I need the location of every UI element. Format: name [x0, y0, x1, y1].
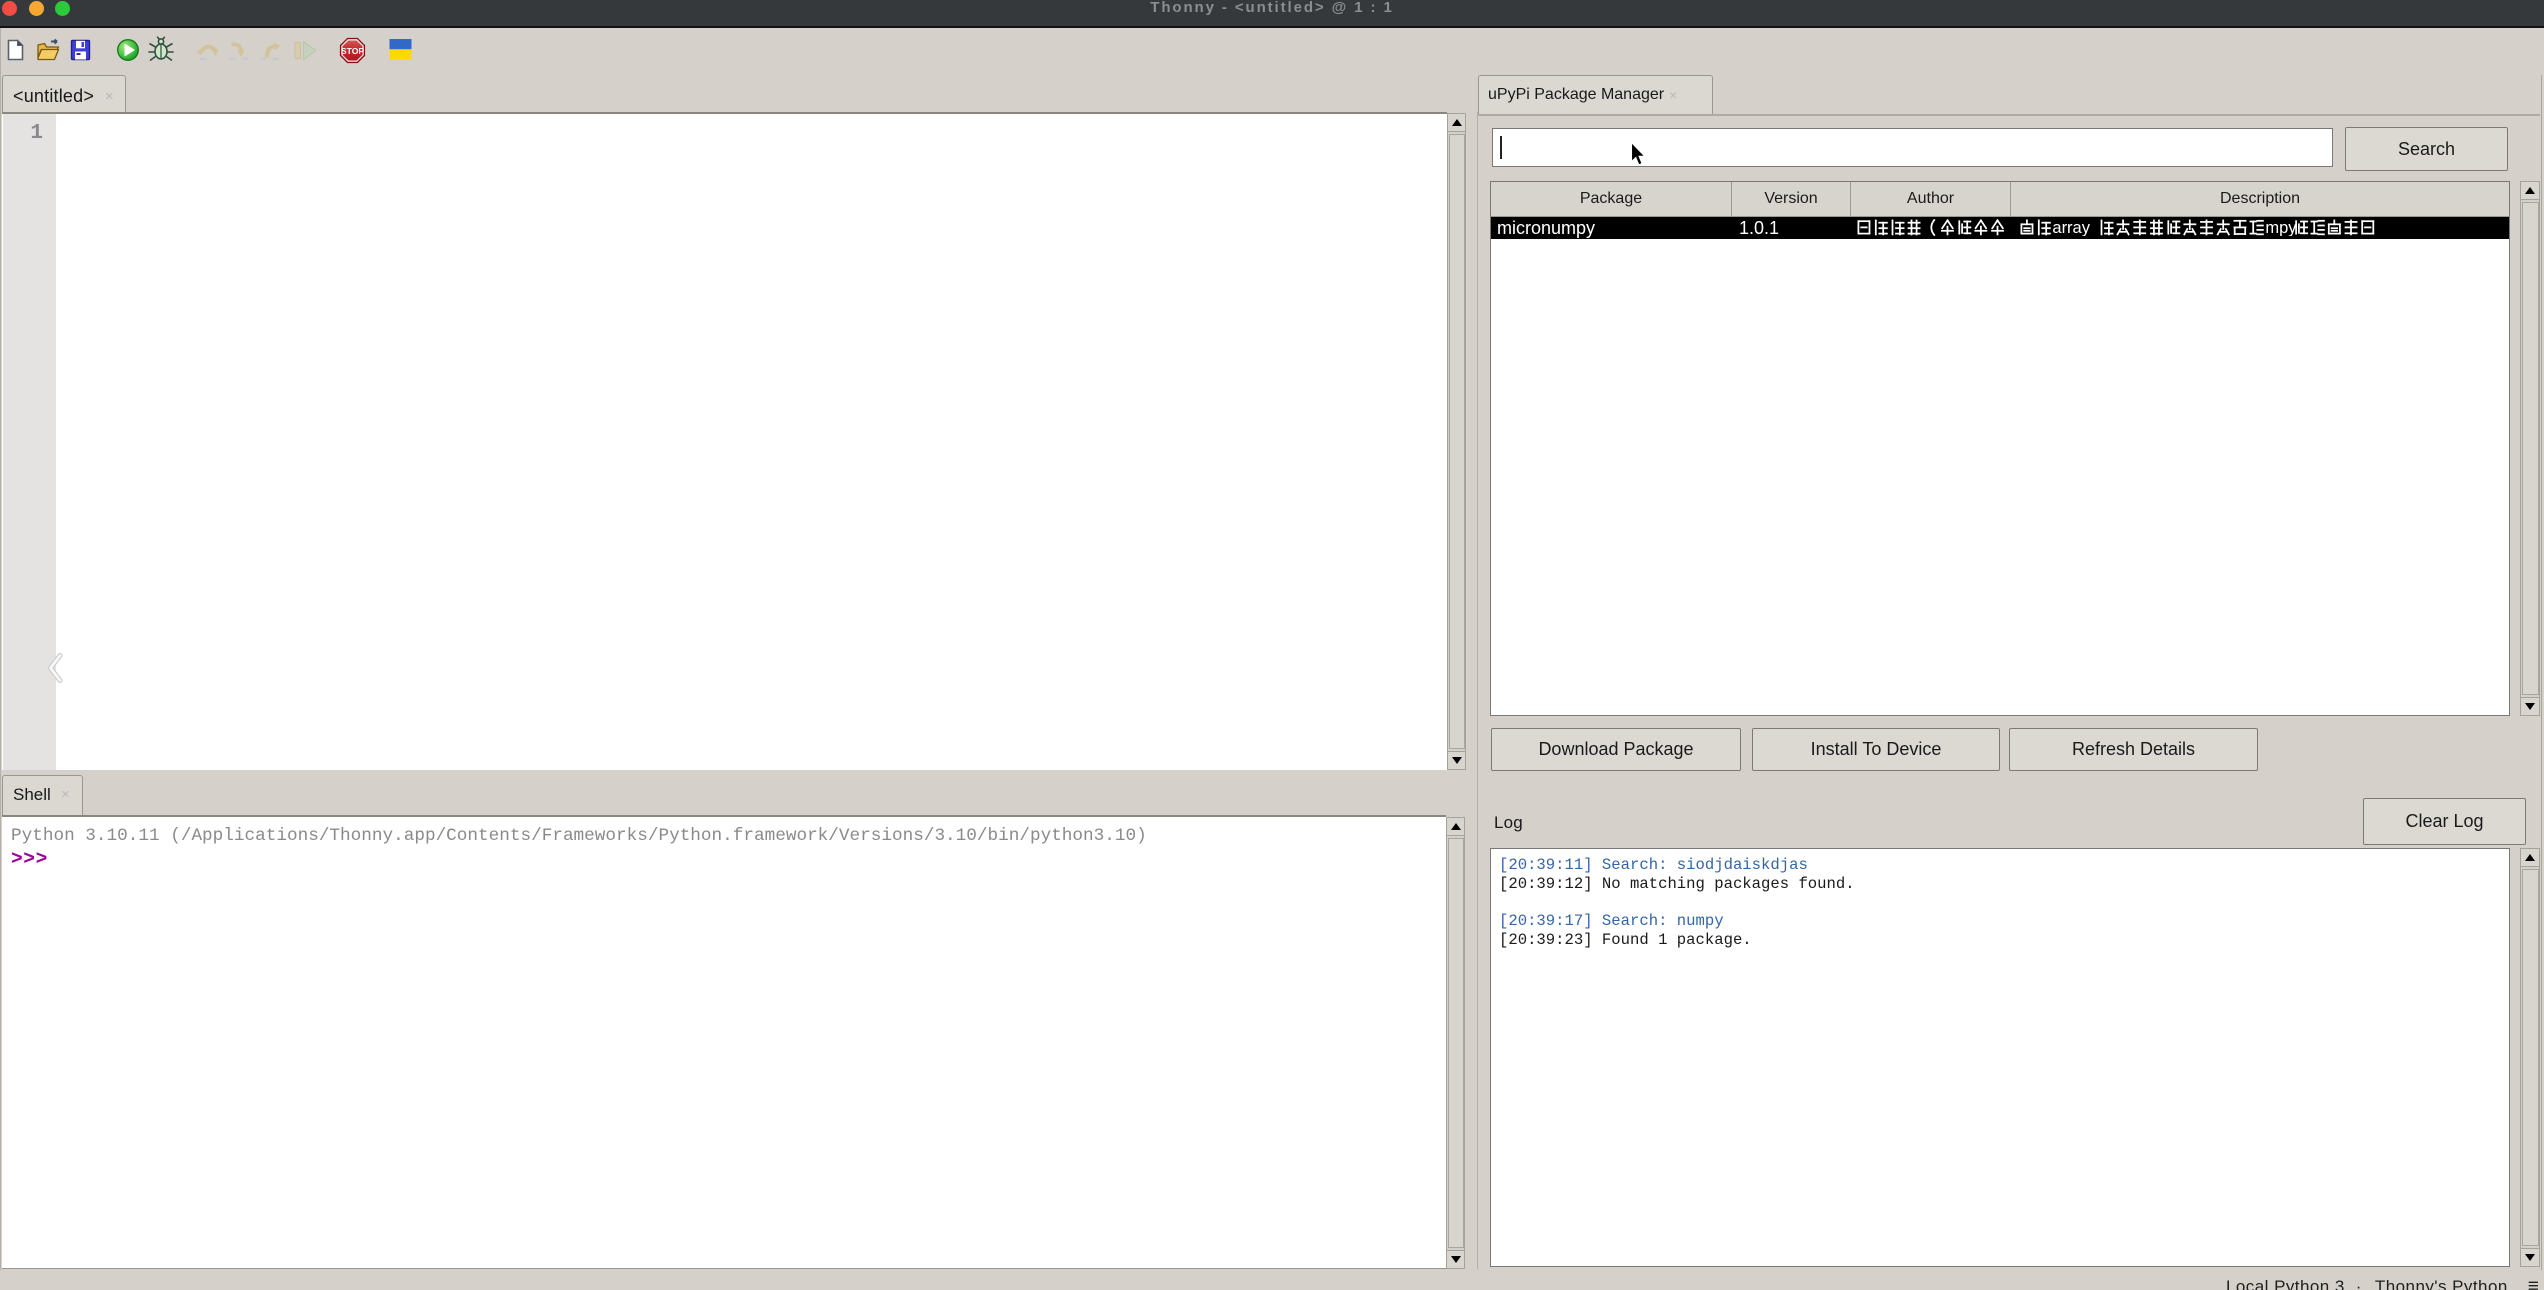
svg-text:mpy: mpy — [2265, 219, 2297, 236]
svg-text:array: array — [2052, 219, 2090, 236]
svg-text:STOP: STOP — [341, 46, 365, 56]
